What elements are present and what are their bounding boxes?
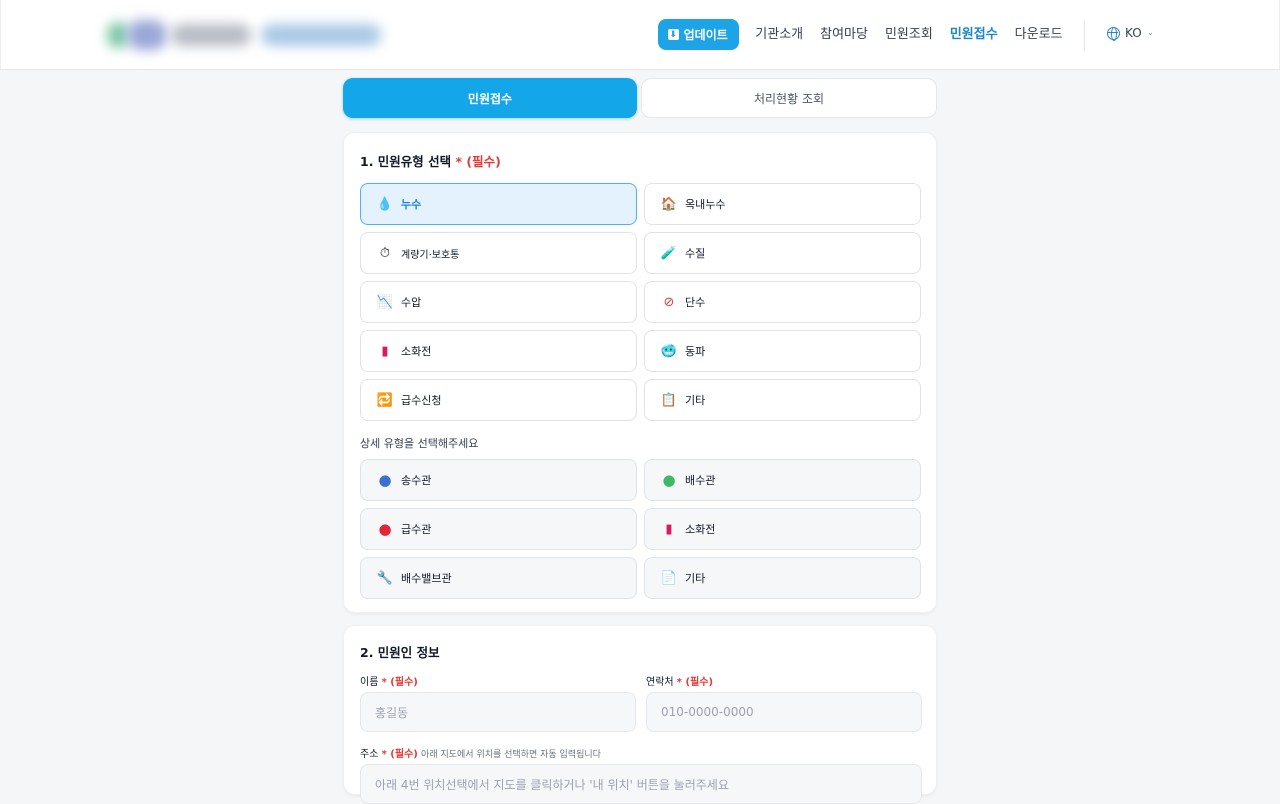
phone-input[interactable]: 010-0000-0000: [646, 692, 922, 732]
document-icon: 📄: [660, 570, 678, 586]
nav-inquiry[interactable]: 민원조회: [876, 19, 941, 50]
phone-label-text: 연락처: [646, 677, 674, 688]
option-other[interactable]: 📋 기타: [644, 379, 921, 421]
sub-option-transmission-pipe[interactable]: ● 송수관: [360, 459, 637, 501]
top-header: ⬇ 업데이트 기관소개 참여마당 민원조회 민원접수 다운로드 KO ⌄: [0, 0, 1280, 70]
required-mark: * (필수): [455, 154, 501, 169]
type-options-grid: 💧 누수 🏠 옥내누수 ⏱ 계량기·보호통 🧪 수질 📉 수압 ⊘ 단수 ▮ 소…: [360, 183, 922, 421]
name-label: 이름 * (필수): [360, 673, 418, 688]
nav-complaint-submit[interactable]: 민원접수: [941, 19, 1006, 50]
language-selector[interactable]: KO ⌄: [1107, 26, 1155, 41]
option-label: 수질: [685, 247, 706, 260]
sub-option-distribution-pipe[interactable]: ● 배수관: [644, 459, 921, 501]
option-water-pressure[interactable]: 📉 수압: [360, 281, 637, 323]
sub-option-hydrant[interactable]: ▮ 소화전: [644, 508, 921, 550]
section-title-text: 1. 민원유형 선택: [360, 154, 452, 169]
section-title-type: 1. 민원유형 선택 * (필수): [360, 151, 501, 170]
clipboard-icon: 📋: [660, 392, 678, 408]
sub-type-title: 상세 유형을 선택해주세요: [360, 437, 479, 450]
nav-download[interactable]: 다운로드: [1006, 19, 1071, 50]
main-nav: ⬇ 업데이트 기관소개 참여마당 민원조회 민원접수 다운로드: [657, 19, 1071, 50]
tab-submit[interactable]: 민원접수: [343, 78, 637, 118]
test-tube-icon: 🧪: [660, 245, 678, 261]
name-placeholder: 홍길동: [375, 705, 409, 720]
option-label: 급수관: [401, 523, 432, 536]
option-label: 수압: [401, 296, 422, 309]
cold-face-icon: 🥶: [660, 343, 678, 359]
red-circle-icon: ●: [378, 519, 392, 538]
tab-status[interactable]: 처리현황 조회: [641, 78, 937, 118]
site-logo[interactable]: [101, 10, 411, 60]
sub-type-grid: ● 송수관 ● 배수관 ● 급수관 ▮ 소화전 🔧 배수밸브관 📄 기타: [360, 459, 922, 599]
option-water-quality[interactable]: 🧪 수질: [644, 232, 921, 274]
option-label: 기타: [685, 572, 706, 585]
address-label-text: 주소: [360, 749, 379, 760]
fire-hydrant-icon: ▮: [381, 343, 389, 359]
option-meter[interactable]: ⏱ 계량기·보호통: [360, 232, 637, 274]
globe-icon: [1107, 26, 1120, 41]
option-label: 소화전: [685, 523, 716, 536]
option-label: 송수관: [401, 474, 432, 487]
option-label: 소화전: [401, 345, 432, 358]
update-button[interactable]: ⬇ 업데이트: [657, 19, 739, 50]
option-label: 배수밸브관: [401, 572, 452, 585]
wrench-icon: 🔧: [376, 570, 394, 586]
address-hint: 아래 지도에서 위치를 선택하면 자동 입력됩니다: [421, 750, 601, 760]
required-mark: * (필수): [381, 677, 418, 688]
update-label: 업데이트: [683, 28, 728, 42]
option-supply-request[interactable]: 🔁 급수신청: [360, 379, 637, 421]
water-drop-icon: 💧: [376, 196, 394, 212]
fire-hydrant-icon: ▮: [665, 521, 673, 537]
language-label: KO: [1125, 26, 1142, 40]
chevron-down-icon: ⌄: [1146, 28, 1155, 38]
option-label: 누수: [401, 198, 422, 211]
repeat-arrows-icon: 🔁: [376, 392, 394, 408]
sub-option-other[interactable]: 📄 기타: [644, 557, 921, 599]
sub-option-supply-pipe[interactable]: ● 급수관: [360, 508, 637, 550]
phone-label: 연락처 * (필수): [646, 673, 713, 688]
option-indoor-leak[interactable]: 🏠 옥내누수: [644, 183, 921, 225]
nav-about[interactable]: 기관소개: [747, 19, 812, 50]
option-label: 배수관: [685, 474, 716, 487]
required-mark: * (필수): [676, 677, 714, 688]
download-icon: ⬇: [667, 29, 679, 40]
option-label: 급수신청: [401, 394, 442, 407]
option-label: 동파: [685, 345, 706, 358]
option-frozen-pipe[interactable]: 🥶 동파: [644, 330, 921, 372]
option-label: 계량기·보호통: [401, 249, 460, 261]
option-label: 단수: [685, 296, 706, 309]
phone-placeholder: 010-0000-0000: [661, 705, 754, 719]
house-icon: 🏠: [660, 196, 678, 212]
nav-divider: [1084, 20, 1085, 50]
complainant-info-card: 2. 민원인 정보 이름 * (필수) 홍길동 연락처 * (필수) 010-0…: [343, 625, 937, 804]
address-placeholder: 아래 4번 위치선택에서 지도를 클릭하거나 '내 위치' 버튼을 눌러주세요: [375, 777, 729, 792]
option-label: 옥내누수: [685, 198, 726, 211]
option-water-outage[interactable]: ⊘ 단수: [644, 281, 921, 323]
sub-option-drain-valve[interactable]: 🔧 배수밸브관: [360, 557, 637, 599]
complaint-type-card: 1. 민원유형 선택 * (필수) 💧 누수 🏠 옥내누수 ⏱ 계량기·보호통 …: [343, 132, 937, 613]
required-mark: * (필수): [381, 749, 418, 760]
green-circle-icon: ●: [662, 470, 676, 489]
option-leak[interactable]: 💧 누수: [360, 183, 637, 225]
name-label-text: 이름: [360, 677, 379, 688]
prohibited-icon: ⊘: [663, 294, 675, 310]
nav-participation[interactable]: 참여마당: [812, 19, 877, 50]
name-input[interactable]: 홍길동: [360, 692, 636, 732]
option-label: 기타: [685, 394, 706, 407]
blue-circle-icon: ●: [378, 470, 392, 489]
stopwatch-icon: ⏱: [379, 245, 391, 261]
address-input[interactable]: 아래 4번 위치선택에서 지도를 클릭하거나 '내 위치' 버튼을 눌러주세요: [360, 764, 922, 804]
option-hydrant[interactable]: ▮ 소화전: [360, 330, 637, 372]
address-label: 주소 * (필수) 아래 지도에서 위치를 선택하면 자동 입력됩니다: [360, 745, 601, 760]
complaint-tabs: 민원접수 처리현황 조회: [343, 78, 937, 119]
chart-down-icon: 📉: [376, 294, 394, 310]
section-title-info: 2. 민원인 정보: [360, 645, 440, 660]
